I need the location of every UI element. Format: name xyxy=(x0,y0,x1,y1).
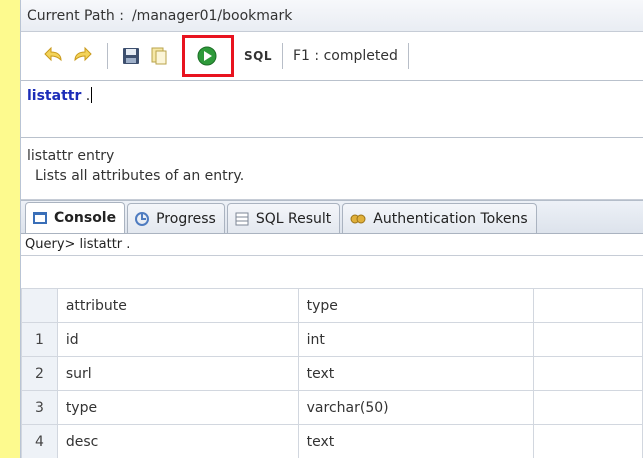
result-table: attribute type 1 id int 2 surl text 3 ty… xyxy=(21,288,643,458)
tab-progress[interactable]: Progress xyxy=(127,203,225,233)
tab-progress-label: Progress xyxy=(156,210,216,227)
toolbar: SQL F1 : completed xyxy=(21,32,643,80)
cell-type[interactable]: int xyxy=(297,322,534,357)
cell-empty xyxy=(532,356,643,391)
cell-attribute[interactable]: type xyxy=(56,390,299,425)
result-tabs: Console Progress SQL Result Authenticati… xyxy=(21,200,643,234)
row-number: 2 xyxy=(21,356,58,391)
undo-icon xyxy=(44,46,62,62)
toolbar-separator xyxy=(407,43,409,69)
cell-empty xyxy=(532,424,643,458)
table-icon xyxy=(234,211,250,227)
editor-rest: . xyxy=(81,88,91,104)
editor-keyword: listattr xyxy=(27,88,82,104)
copy-button[interactable] xyxy=(146,43,172,69)
column-header-attribute[interactable]: attribute xyxy=(56,288,299,323)
tab-authentication-tokens[interactable]: Authentication Tokens xyxy=(342,203,537,233)
cell-attribute[interactable]: desc xyxy=(56,424,299,458)
row-number: 1 xyxy=(21,322,58,357)
save-icon xyxy=(123,48,139,64)
cell-empty xyxy=(532,390,643,425)
status-text: F1 : completed xyxy=(293,48,398,64)
help-title: listattr entry xyxy=(27,148,115,164)
toolbar-separator xyxy=(107,43,108,69)
progress-icon xyxy=(134,211,150,227)
cell-type[interactable]: varchar(50) xyxy=(297,390,534,425)
column-header-empty xyxy=(532,288,643,323)
sql-button[interactable]: SQL xyxy=(244,49,272,63)
redo-button[interactable] xyxy=(69,43,95,69)
tab-sql-result-label: SQL Result xyxy=(255,210,332,227)
help-description: Lists all attributes of an entry. xyxy=(35,168,245,184)
copy-icon xyxy=(151,47,167,65)
query-echo: Query> listattr . xyxy=(21,234,643,256)
tab-console-label: Console xyxy=(54,210,117,226)
column-header-type[interactable]: type xyxy=(297,288,534,323)
tab-console[interactable]: Console xyxy=(25,202,126,233)
cell-type[interactable]: text xyxy=(297,424,534,458)
path-value: /manager01/bookmark xyxy=(131,7,293,24)
sql-client-window: Current Path : /manager01/bookmark SQL F… xyxy=(20,0,643,458)
path-bar: Current Path : /manager01/bookmark xyxy=(21,0,643,32)
row-number: 4 xyxy=(21,424,58,458)
toolbar-separator xyxy=(282,43,283,69)
table-row[interactable]: 4 desc text xyxy=(21,424,643,458)
cell-attribute[interactable]: surl xyxy=(56,356,299,391)
run-icon xyxy=(197,46,217,66)
text-cursor xyxy=(91,87,93,103)
table-header-row: attribute type xyxy=(21,288,643,323)
run-button[interactable] xyxy=(194,43,220,69)
table-row[interactable]: 2 surl text xyxy=(21,356,643,391)
tokens-icon xyxy=(349,211,367,227)
save-button[interactable] xyxy=(118,43,144,69)
undo-button[interactable] xyxy=(41,43,67,69)
row-number: 3 xyxy=(21,390,58,425)
tab-authentication-tokens-label: Authentication Tokens xyxy=(373,210,528,227)
query-editor[interactable]: listattr . xyxy=(21,80,643,138)
table-row[interactable]: 1 id int xyxy=(21,322,643,357)
console-icon xyxy=(32,211,48,225)
help-panel: listattr entry Lists all attributes of a… xyxy=(21,138,643,200)
table-row[interactable]: 3 type varchar(50) xyxy=(21,390,643,425)
cell-attribute[interactable]: id xyxy=(56,322,299,357)
path-label: Current Path : xyxy=(27,7,124,24)
cell-empty xyxy=(532,322,643,357)
redo-icon xyxy=(74,46,92,62)
tab-sql-result[interactable]: SQL Result xyxy=(226,203,341,233)
cell-type[interactable]: text xyxy=(297,356,534,391)
row-number-header xyxy=(21,288,58,323)
run-button-highlight xyxy=(182,35,234,77)
